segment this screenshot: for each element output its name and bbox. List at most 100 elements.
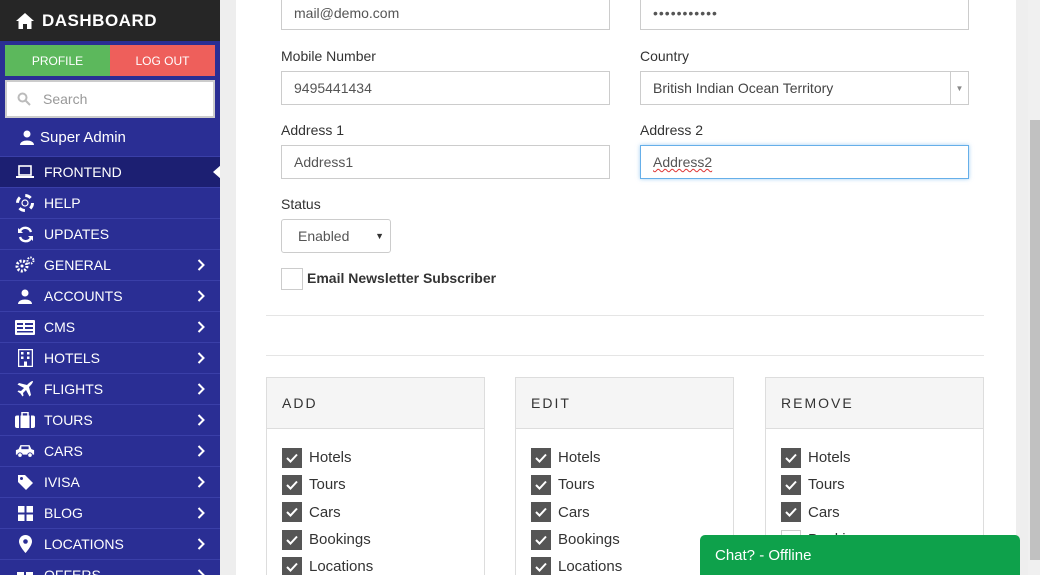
checkbox-checked-icon[interactable] — [531, 556, 551, 575]
permission-label: Locations — [558, 558, 623, 575]
list-item[interactable]: Tours — [781, 471, 983, 498]
caret-down-icon: ▼ — [375, 231, 384, 241]
email-field[interactable]: mail@demo.com — [281, 0, 610, 30]
checkbox-checked-icon[interactable] — [282, 474, 302, 495]
sidebar-item-flights[interactable]: FLIGHTS — [0, 373, 220, 404]
permission-label: Bookings — [558, 531, 620, 549]
sidebar-item-general[interactable]: GENERAL — [0, 249, 220, 280]
chat-widget[interactable]: Chat? - Offline — [700, 535, 1020, 575]
refresh-icon — [15, 224, 35, 244]
password-field[interactable]: ••••••••••• — [640, 0, 969, 30]
sidebar-item-label: FLIGHTS — [44, 381, 104, 397]
sidebar-item-blog[interactable]: BLOG — [0, 497, 220, 528]
country-select[interactable]: British Indian Ocean Territory ▼ — [640, 71, 969, 105]
chevron-right-icon — [197, 476, 205, 488]
chevron-right-icon — [197, 569, 205, 575]
profile-button[interactable]: PROFILE — [5, 45, 110, 76]
cms-icon — [15, 317, 35, 337]
panel-title: REMOVE — [766, 378, 983, 429]
sidebar-item-locations[interactable]: LOCATIONS — [0, 528, 220, 559]
building-icon — [15, 348, 35, 368]
checkbox-checked-icon[interactable] — [531, 502, 551, 523]
list-item[interactable]: Tours — [282, 471, 484, 498]
country-value: British Indian Ocean Territory — [653, 80, 834, 96]
checkbox-checked-icon[interactable] — [282, 447, 302, 468]
sidebar-item-label: CARS — [44, 443, 83, 459]
logout-button[interactable]: LOG OUT — [110, 45, 215, 76]
list-item[interactable]: Cars — [781, 499, 983, 526]
sidebar-item-hotels[interactable]: HOTELS — [0, 342, 220, 373]
address2-value: Address2 — [653, 154, 713, 170]
checkbox-checked-icon[interactable] — [282, 502, 302, 523]
checkbox-checked-icon[interactable] — [282, 529, 302, 550]
list-item[interactable]: Tours — [531, 471, 733, 498]
search-input[interactable] — [43, 91, 193, 107]
permission-label: Cars — [808, 503, 840, 521]
checkbox-checked-icon[interactable] — [282, 556, 302, 575]
country-label: Country — [640, 48, 690, 64]
permission-label: Tours — [808, 476, 845, 494]
address2-field[interactable]: Address2 — [640, 145, 969, 179]
address1-field[interactable]: Address1 — [281, 145, 610, 179]
sidebar-item-label: TOURS — [44, 412, 93, 428]
sidebar-item-offers[interactable]: OFFERS — [0, 559, 220, 575]
sidebar-item-frontend[interactable]: FRONTEND — [0, 156, 220, 187]
sidebar-item-tours[interactable]: TOURS — [0, 404, 220, 435]
sidebar-item-label: CMS — [44, 319, 76, 335]
chat-label: Chat? - Offline — [715, 547, 812, 564]
status-label: Status — [281, 196, 321, 212]
checkbox-checked-icon[interactable] — [531, 447, 551, 468]
permission-label: Hotels — [808, 449, 851, 467]
newsletter-label: Email Newsletter Subscriber — [307, 270, 497, 286]
sidebar-item-updates[interactable]: UPDATES — [0, 218, 220, 249]
sidebar-item-label: GENERAL — [44, 257, 111, 273]
status-select[interactable]: Enabled ▼ — [281, 219, 391, 253]
dashboard-brand[interactable]: DASHBOARD — [0, 0, 220, 41]
suitcase-icon — [15, 410, 35, 430]
checkbox-checked-icon[interactable] — [781, 502, 801, 523]
chevron-right-icon — [197, 414, 205, 426]
list-item[interactable]: Hotels — [282, 444, 484, 471]
scrollbar-thumb[interactable] — [1030, 120, 1040, 560]
checkbox-checked-icon[interactable] — [781, 447, 801, 468]
sidebar-item-cars[interactable]: CARS — [0, 435, 220, 466]
list-item[interactable]: Bookings — [282, 526, 484, 553]
checkbox-checked-icon[interactable] — [531, 529, 551, 550]
mobile-label: Mobile Number — [281, 48, 376, 64]
map-marker-icon — [15, 534, 35, 554]
grid-icon — [15, 503, 35, 523]
search-icon — [17, 92, 31, 106]
sidebar-item-help[interactable]: HELP — [0, 187, 220, 218]
permission-label: Hotels — [558, 449, 601, 467]
page-scrollbar[interactable] — [1028, 0, 1040, 575]
sidebar-item-label: OFFERS — [44, 567, 101, 575]
plane-icon — [15, 379, 35, 399]
chevron-right-icon — [197, 538, 205, 550]
checkbox-checked-icon[interactable] — [531, 474, 551, 495]
user-icon — [20, 130, 34, 145]
chevron-right-icon — [197, 352, 205, 364]
permission-label: Tours — [558, 476, 595, 494]
checkbox-checked-icon[interactable] — [781, 474, 801, 495]
list-item[interactable]: Hotels — [781, 444, 983, 471]
sidebar-item-cms[interactable]: CMS — [0, 311, 220, 342]
sidebar-item-accounts[interactable]: ACCOUNTS — [0, 280, 220, 311]
list-item[interactable]: Cars — [531, 499, 733, 526]
sidebar-item-label: BLOG — [44, 505, 83, 521]
current-user[interactable]: Super Admin — [0, 119, 220, 156]
chevron-right-icon — [197, 383, 205, 395]
mobile-field[interactable]: 9495441434 — [281, 71, 610, 105]
chevron-right-icon — [197, 259, 205, 271]
chevron-right-icon — [197, 445, 205, 457]
laptop-icon — [15, 162, 35, 182]
sidebar-menu: FRONTEND HELP UPDATES GENERAL ACCOUNTS C… — [0, 156, 220, 575]
sidebar-item-ivisa[interactable]: IVISA — [0, 466, 220, 497]
newsletter-checkbox[interactable] — [281, 268, 303, 290]
list-item[interactable]: Cars — [282, 499, 484, 526]
home-icon — [16, 12, 34, 29]
list-item[interactable]: Locations — [282, 553, 484, 575]
gift-icon — [15, 565, 35, 575]
car-icon — [15, 441, 35, 461]
list-item[interactable]: Hotels — [531, 444, 733, 471]
user-icon — [15, 286, 35, 306]
